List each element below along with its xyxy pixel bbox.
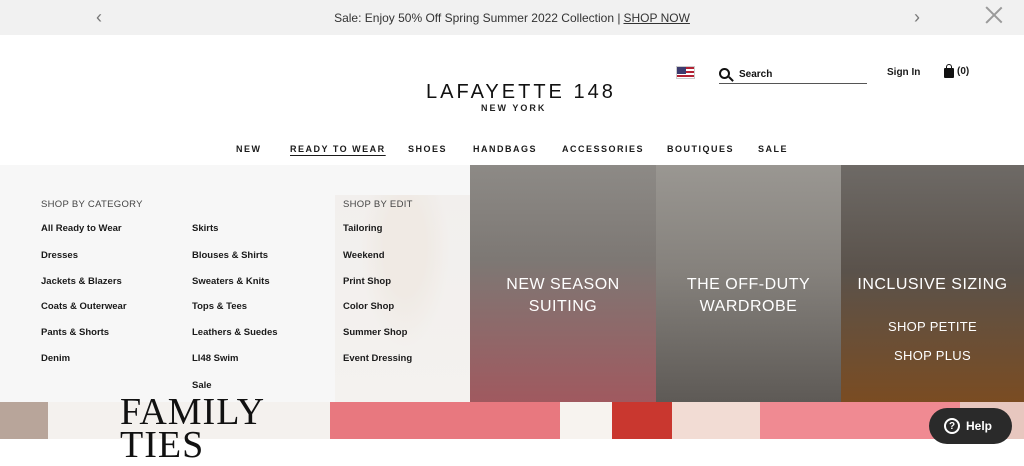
tile-off-duty-wardrobe[interactable]: THE OFF-DUTY WARDROBE	[656, 165, 841, 402]
category-heading: SHOP BY CATEGORY	[41, 199, 143, 210]
menu-link-pants-shorts[interactable]: Pants & Shorts	[41, 327, 109, 338]
menu-link-sale[interactable]: Sale	[192, 380, 212, 391]
shop-petite-link[interactable]: SHOP PETITE	[841, 319, 1024, 334]
cart-count: (0)	[957, 66, 970, 77]
tile-title-line1: THE OFF-DUTY	[686, 276, 811, 293]
nav-item-shoes[interactable]: SHOES	[408, 144, 447, 154]
nav-item-boutiques[interactable]: BOUTIQUES	[667, 144, 734, 154]
menu-link-weekend[interactable]: Weekend	[343, 250, 385, 261]
logo-subtitle: NEW YORK	[481, 103, 547, 113]
menu-link-leathers-suedes[interactable]: Leathers & Suedes	[192, 327, 278, 338]
menu-link-li48-swim[interactable]: LI48 Swim	[192, 353, 238, 364]
question-icon: ?	[944, 418, 960, 434]
menu-link-all-ready-to-wear[interactable]: All Ready to Wear	[41, 223, 122, 234]
menu-link-skirts[interactable]: Skirts	[192, 223, 218, 234]
tile-inclusive-sizing: INCLUSIVE SIZING SHOP PETITE SHOP PLUS	[841, 165, 1024, 402]
menu-link-coats-outerwear[interactable]: Coats & Outerwear	[41, 301, 127, 312]
logo[interactable]: LAFAYETTE 148	[426, 81, 616, 104]
menu-link-tailoring[interactable]: Tailoring	[343, 223, 382, 234]
shop-plus-link[interactable]: SHOP PLUS	[841, 348, 1024, 363]
hero-title-line2: TIES	[120, 424, 205, 466]
promo-shop-now-link[interactable]: SHOP NOW	[623, 11, 689, 25]
nav-item-ready-to-wear[interactable]: READY TO WEAR	[290, 144, 386, 154]
chevron-left-icon[interactable]: ‹	[96, 7, 102, 28]
tile-title-line2: SUITING	[528, 298, 598, 315]
menu-link-denim[interactable]: Denim	[41, 353, 70, 364]
shopping-bag-icon	[944, 63, 954, 78]
menu-link-sweaters-knits[interactable]: Sweaters & Knits	[192, 276, 270, 287]
menu-link-blouses-shirts[interactable]: Blouses & Shirts	[192, 250, 268, 261]
promo-bar: ‹ Sale: Enjoy 50% Off Spring Summer 2022…	[0, 0, 1024, 35]
cart-button[interactable]: (0)	[944, 63, 970, 78]
tile-title-line1: INCLUSIVE SIZING	[857, 276, 1008, 293]
menu-link-summer-shop[interactable]: Summer Shop	[343, 327, 407, 338]
us-flag-icon[interactable]	[676, 66, 695, 79]
menu-link-dresses[interactable]: Dresses	[41, 250, 78, 261]
nav-item-sale[interactable]: SALE	[758, 144, 788, 154]
tile-new-season-suiting[interactable]: NEW SEASON SUITING	[470, 165, 656, 402]
chevron-right-icon[interactable]: ›	[914, 7, 920, 28]
menu-link-jackets-blazers[interactable]: Jackets & Blazers	[41, 276, 122, 287]
promo-text: Sale: Enjoy 50% Off Spring Summer 2022 C…	[334, 10, 621, 25]
nav-item-accessories[interactable]: ACCESSORIES	[562, 144, 644, 154]
search-icon[interactable]	[719, 67, 734, 82]
sign-in-link[interactable]: Sign In	[887, 67, 920, 78]
tile-title-line1: NEW SEASON	[506, 276, 620, 293]
tile-title-line2: WARDROBE	[699, 298, 798, 315]
nav-item-new[interactable]: NEW	[236, 144, 262, 154]
menu-link-color-shop[interactable]: Color Shop	[343, 301, 394, 312]
search-input[interactable]	[739, 69, 859, 80]
menu-link-print-shop[interactable]: Print Shop	[343, 276, 391, 287]
nav-item-handbags[interactable]: HANDBAGS	[473, 144, 537, 154]
search-box[interactable]	[719, 66, 867, 84]
close-icon[interactable]	[983, 4, 1005, 26]
mega-menu-panel: SHOP BY CATEGORY All Ready to Wear Dress…	[0, 165, 470, 402]
main-nav: NEW READY TO WEAR SHOES HANDBAGS ACCESSO…	[0, 144, 1024, 158]
menu-link-tops-tees[interactable]: Tops & Tees	[192, 301, 247, 312]
menu-link-event-dressing[interactable]: Event Dressing	[343, 353, 412, 364]
edit-heading: SHOP BY EDIT	[343, 199, 413, 210]
help-label: Help	[966, 419, 993, 433]
